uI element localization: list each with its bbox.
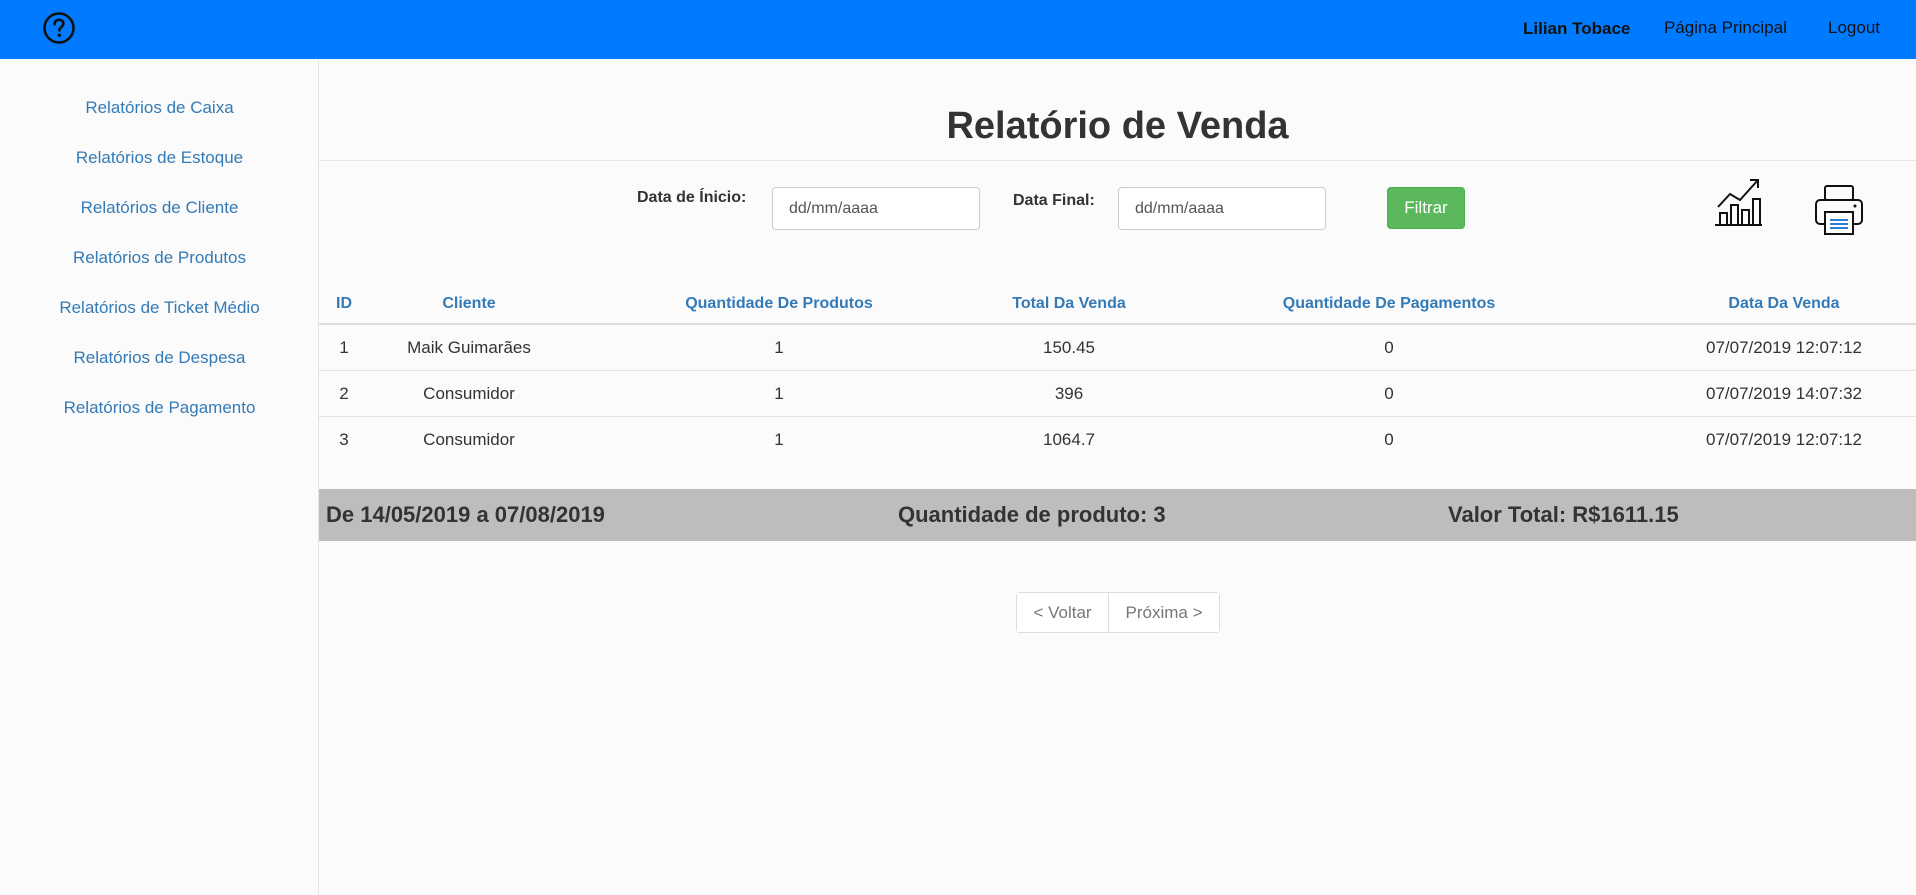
cell-quantidade-produtos: 1: [774, 338, 784, 357]
sidebar-item-estoque[interactable]: Relatórios de Estoque: [0, 148, 319, 168]
summary-total: Valor Total: R$1611.15: [1448, 502, 1679, 527]
pagination: < Voltar Próxima >: [1016, 592, 1220, 633]
sidebar: Relatórios de Caixa Relatórios de Estoqu…: [0, 59, 319, 895]
next-page-button[interactable]: Próxima >: [1109, 593, 1219, 632]
cell-data-venda: 07/07/2019 12:07:12: [1706, 430, 1862, 449]
sidebar-item-cliente[interactable]: Relatórios de Cliente: [0, 198, 319, 218]
home-link[interactable]: Página Principal: [1664, 18, 1787, 38]
summary-quantity: Quantidade de produto: 3: [898, 502, 1166, 527]
table-row: 2 Consumidor 1 396 0 07/07/2019 14:07:32: [319, 371, 1916, 417]
cell-quantidade-pagamentos: 0: [1384, 430, 1394, 449]
header-quantidade-produtos[interactable]: Quantidade De Produtos: [649, 295, 909, 313]
top-navbar: Lilian Tobace Página Principal Logout: [0, 0, 1916, 59]
cell-quantidade-pagamentos: 0: [1384, 338, 1394, 357]
cell-total-venda: 396: [1054, 384, 1084, 403]
table-row: 1 Maik Guimarães 1 150.45 0 07/07/2019 1…: [319, 325, 1916, 371]
sidebar-item-ticket-medio[interactable]: Relatórios de Ticket Médio: [0, 298, 319, 318]
summary-period: De 14/05/2019 a 07/08/2019: [326, 502, 605, 527]
logout-link[interactable]: Logout: [1828, 18, 1880, 38]
end-date-label: Data Final:: [1013, 192, 1095, 209]
start-date-input[interactable]: [772, 187, 980, 230]
chart-growth-icon[interactable]: [1712, 174, 1764, 228]
user-name[interactable]: Lilian Tobace: [1523, 19, 1630, 39]
sidebar-item-produtos[interactable]: Relatórios de Produtos: [0, 248, 319, 268]
end-date-input[interactable]: [1118, 187, 1326, 230]
cell-cliente: Maik Guimarães: [407, 338, 531, 357]
cell-data-venda: 07/07/2019 14:07:32: [1706, 384, 1862, 403]
summary-bar: De 14/05/2019 a 07/08/2019 Quantidade de…: [319, 489, 1916, 541]
help-circle-icon[interactable]: [42, 11, 76, 45]
cell-data-venda: 07/07/2019 12:07:12: [1706, 338, 1862, 357]
sidebar-item-pagamento[interactable]: Relatórios de Pagamento: [0, 398, 319, 418]
header-cliente[interactable]: Cliente: [359, 295, 579, 313]
printer-icon[interactable]: [1814, 184, 1864, 236]
cell-quantidade-produtos: 1: [774, 384, 784, 403]
cell-quantidade-pagamentos: 0: [1384, 384, 1394, 403]
cell-total-venda: 150.45: [1043, 338, 1095, 357]
table-row: 3 Consumidor 1 1064.7 0 07/07/2019 12:07…: [319, 417, 1916, 463]
filter-button[interactable]: Filtrar: [1387, 187, 1465, 229]
header-total-venda[interactable]: Total Da Venda: [959, 295, 1179, 313]
table-header: ID Cliente Quantidade De Produtos Total …: [319, 287, 1916, 325]
previous-page-button[interactable]: < Voltar: [1017, 593, 1109, 632]
page-title: Relatório de Venda: [946, 105, 1289, 147]
sidebar-item-caixa[interactable]: Relatórios de Caixa: [0, 98, 319, 118]
cell-cliente: Consumidor: [423, 384, 515, 403]
cell-cliente: Consumidor: [423, 430, 515, 449]
sidebar-item-despesa[interactable]: Relatórios de Despesa: [0, 348, 319, 368]
title-divider: [319, 160, 1916, 161]
main-content: Relatório de Venda Data de Ínicio: Data …: [319, 59, 1916, 895]
header-quantidade-pagamentos[interactable]: Quantidade De Pagamentos: [1259, 295, 1519, 313]
cell-quantidade-produtos: 1: [774, 430, 784, 449]
start-date-label: Data de Ínicio:: [637, 189, 747, 206]
header-data-venda[interactable]: Data Da Venda: [1659, 295, 1909, 313]
cell-total-venda: 1064.7: [1043, 430, 1095, 449]
